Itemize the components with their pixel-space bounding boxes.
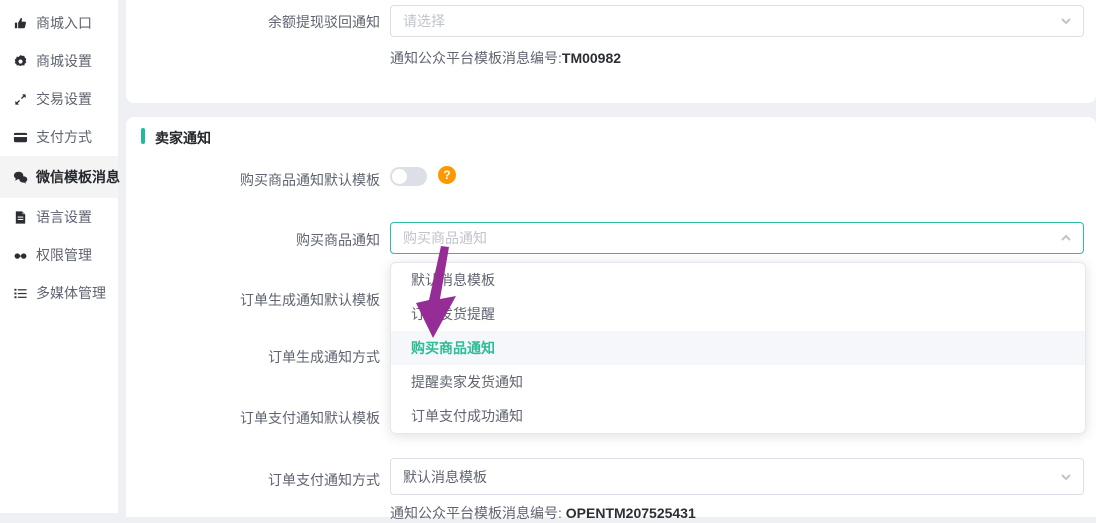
sidebar-item-label: 多媒体管理: [36, 283, 106, 303]
sidebar-menu: 商城入口 商城设置 交易设置 支付方式 微信模板消息: [0, 0, 118, 312]
buy-notice-default-template-label: 购买商品通知默认模板: [130, 170, 380, 190]
sidebar-item-language-settings[interactable]: 语言设置: [0, 198, 118, 236]
chevron-down-icon: [1060, 471, 1072, 483]
order-create-default-template-label: 订单生成通知默认模板: [130, 290, 380, 310]
select-value: 购买商品通知: [403, 228, 487, 248]
sidebar-item-label: 支付方式: [36, 127, 92, 147]
sidebar-item-label: 交易设置: [36, 89, 92, 109]
dropdown-option-order-shipped[interactable]: 订单发货提醒: [391, 297, 1085, 331]
buy-notice-default-template-toggle[interactable]: [390, 167, 427, 186]
help-question-icon[interactable]: ?: [438, 166, 456, 184]
balance-withdraw-reject-select[interactable]: 请选择: [390, 5, 1084, 37]
language-doc-icon: [13, 210, 28, 225]
sidebar-item-label: 商城设置: [36, 51, 92, 71]
sidebar-item-label: 语言设置: [36, 207, 92, 227]
sidebar-item-wechat-template-messages[interactable]: 微信模板消息: [0, 156, 118, 198]
buy-notice-dropdown: 默认消息模板 订单发货提醒 购买商品通知 提醒卖家发货通知 订单支付成功通知: [390, 262, 1086, 434]
order-pay-default-template-label: 订单支付通知默认模板: [130, 408, 380, 428]
toggle-knob: [392, 169, 407, 184]
sidebar-item-mall-entry[interactable]: 商城入口: [0, 4, 118, 42]
sidebar-item-label: 微信模板消息: [36, 167, 120, 187]
dropdown-option-buy-notice-selected[interactable]: 购买商品通知: [391, 331, 1085, 365]
seller-notice-section-title: 卖家通知: [155, 128, 211, 148]
chevron-up-icon: [1060, 232, 1072, 244]
chat-bubbles-icon: [13, 170, 28, 185]
select-placeholder: 请选择: [403, 11, 445, 31]
sidebar-item-label: 权限管理: [36, 245, 92, 265]
order-pay-method-label: 订单支付通知方式: [130, 470, 380, 490]
order-create-method-label: 订单生成通知方式: [130, 347, 380, 367]
dropdown-option-remind-seller-ship[interactable]: 提醒卖家发货通知: [391, 365, 1085, 399]
balance-withdraw-reject-label: 余额提现驳回通知: [130, 12, 380, 32]
sidebar-item-permissions[interactable]: 权限管理: [0, 236, 118, 274]
sidebar-item-multimedia[interactable]: 多媒体管理: [0, 274, 118, 312]
template-code: TM00982: [562, 50, 621, 66]
sidebar-item-label: 商城入口: [36, 13, 92, 33]
exchange-arrows-icon: [13, 92, 28, 107]
order-pay-template-code-hint: 通知公众平台模板消息编号: OPENTM207525431: [390, 503, 696, 523]
storefront-entry-icon: [13, 16, 28, 31]
chevron-down-icon: [1060, 15, 1072, 27]
dropdown-option-default-template[interactable]: 默认消息模板: [391, 263, 1085, 297]
section-accent-bar: [141, 128, 145, 144]
dropdown-option-order-pay-success[interactable]: 订单支付成功通知: [391, 399, 1085, 433]
gear-icon: [13, 54, 28, 69]
buy-notice-select[interactable]: 购买商品通知: [390, 222, 1084, 254]
template-code: OPENTM207525431: [566, 505, 696, 521]
credit-card-icon: [13, 130, 28, 145]
buy-notice-label: 购买商品通知: [130, 230, 380, 250]
select-value: 默认消息模板: [403, 467, 487, 487]
sidebar-item-payment-methods[interactable]: 支付方式: [0, 118, 118, 156]
permissions-icon: [13, 248, 28, 263]
order-pay-method-select[interactable]: 默认消息模板: [390, 458, 1084, 495]
sidebar-item-mall-settings[interactable]: 商城设置: [0, 42, 118, 80]
sidebar-item-trade-settings[interactable]: 交易设置: [0, 80, 118, 118]
sidebar: 商城入口 商城设置 交易设置 支付方式 微信模板消息: [0, 0, 118, 513]
balance-template-code-hint: 通知公众平台模板消息编号:TM00982: [390, 48, 621, 68]
dropdown-options: 默认消息模板 订单发货提醒 购买商品通知 提醒卖家发货通知 订单支付成功通知: [391, 263, 1085, 433]
media-list-icon: [13, 286, 28, 301]
